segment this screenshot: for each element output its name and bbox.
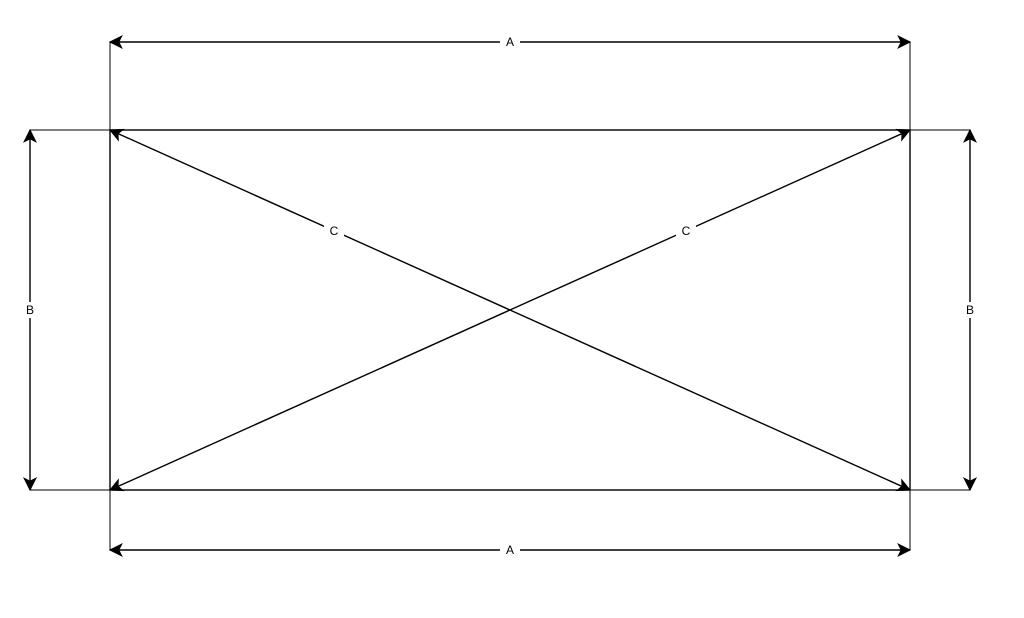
svg-text:C: C	[330, 224, 339, 238]
svg-text:C: C	[682, 224, 691, 238]
dim-label-diagonal-right: C	[676, 223, 696, 239]
dim-label-diagonal-left: C	[324, 223, 344, 239]
dim-label-height-left: B	[20, 302, 40, 318]
dimension-diagram: A A B B C C	[0, 0, 1024, 618]
svg-text:A: A	[506, 543, 514, 557]
svg-text:B: B	[26, 303, 34, 317]
dim-label-height-right: B	[960, 302, 980, 318]
dim-label-width-top: A	[500, 34, 520, 50]
dim-label-width-bottom: A	[500, 542, 520, 558]
svg-text:B: B	[966, 303, 974, 317]
svg-text:A: A	[506, 35, 514, 49]
